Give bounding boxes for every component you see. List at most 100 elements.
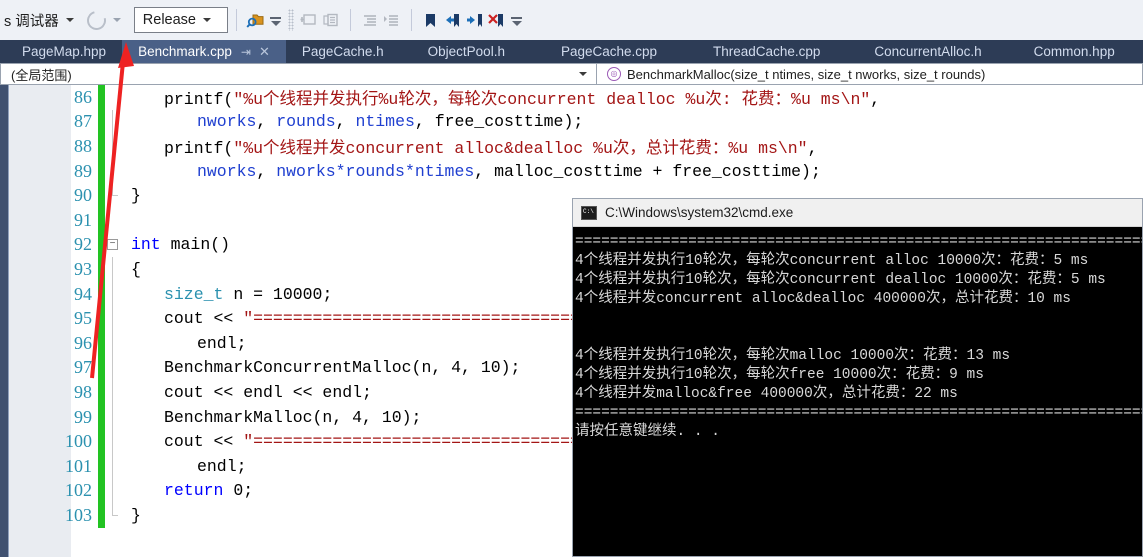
bookmarks-overflow-button[interactable] [510, 5, 522, 35]
code-token: return [164, 481, 224, 501]
tab-label: Common.hpp [1033, 44, 1115, 59]
tab-concurrentalloc-h[interactable]: ConcurrentAlloc.h [848, 40, 1007, 63]
configuration-caret-icon[interactable] [202, 18, 211, 22]
find-in-files-icon[interactable] [245, 9, 267, 31]
code-line[interactable]: 87 nworks, rounds, ntimes, free_costtime)… [0, 109, 1143, 135]
console-line: 4个线程并发malloc&free 400000次，总计花费：22 ms [575, 386, 958, 402]
outlining-gutter[interactable] [105, 478, 127, 504]
tab-objectpool-h[interactable]: ObjectPool.h [400, 40, 533, 63]
outlining-gutter[interactable] [105, 404, 127, 430]
pin-tab-icon[interactable]: ⇥ [241, 45, 251, 59]
tab-pagemap-hpp[interactable]: PageMap.hpp [6, 40, 122, 63]
outlining-rule [112, 134, 113, 159]
code-line[interactable]: 88 printf("%u个线程并发concurrent alloc&deallo… [0, 134, 1143, 159]
outlining-gutter[interactable] [105, 306, 127, 331]
outlining-gutter[interactable] [105, 453, 127, 479]
code-line[interactable]: 89 nworks, nworks*rounds*ntimes, malloc_c… [0, 158, 1143, 184]
code-token: , [870, 90, 881, 110]
outlining-gutter[interactable] [105, 85, 127, 110]
code-token: printf( [164, 90, 234, 110]
toolbar-separator-2 [349, 9, 351, 31]
collapse-toggle-icon[interactable]: − [107, 238, 118, 250]
uncomment-selection-icon[interactable] [320, 9, 342, 31]
code-token: { [131, 259, 141, 279]
change-indicator-bar [98, 232, 105, 258]
outlining-gutter[interactable] [105, 134, 127, 159]
code-token: , [256, 161, 277, 181]
outlining-gutter[interactable] [105, 380, 127, 405]
refresh-icon[interactable] [83, 7, 110, 33]
line-number: 88 [74, 135, 92, 156]
code-token: } [131, 186, 141, 206]
outlining-gutter[interactable] [105, 109, 127, 135]
code-token: cout << [164, 432, 244, 452]
tab-benchmark-cpp[interactable]: Benchmark.cpp ⇥ ✕ [122, 40, 286, 63]
outlining-rule [112, 478, 113, 504]
code-token: endl; [197, 333, 247, 353]
increase-indent-icon[interactable] [381, 9, 403, 31]
code-text: nworks, rounds, ntimes, free_costtime); [127, 112, 583, 131]
code-text: cout << endl << endl; [127, 383, 372, 402]
code-text: int main() [127, 235, 230, 254]
tab-label: PageCache.h [301, 44, 384, 59]
previous-bookmark-icon[interactable] [442, 9, 464, 31]
code-token: nworks [197, 112, 257, 132]
clear-bookmarks-icon[interactable] [486, 9, 508, 31]
outlining-gutter[interactable] [105, 429, 127, 454]
close-tab-icon[interactable]: ✕ [259, 44, 270, 60]
code-token: BenchmarkMalloc(n, 4, 10); [164, 407, 422, 427]
outlining-rule [112, 453, 113, 479]
code-token: n = 10000; [223, 284, 333, 304]
outlining-gutter[interactable] [105, 183, 127, 208]
code-token: nworks [197, 161, 257, 181]
tab-pagecache-cpp[interactable]: PageCache.cpp [533, 40, 685, 63]
configuration-combobox[interactable]: Release [133, 7, 228, 33]
debugger-dropdown-caret-icon[interactable] [65, 18, 74, 22]
toolbar-drag-handle[interactable] [287, 9, 294, 31]
scope-combobox[interactable]: (全局范围) [0, 63, 597, 85]
debugger-dropdown-label[interactable]: s 调试器 [4, 10, 59, 31]
tab-common-hpp[interactable]: Common.hpp [1008, 40, 1141, 63]
line-number: 96 [74, 332, 92, 353]
tab-pagecache-h[interactable]: PageCache.h [286, 40, 400, 63]
member-combobox[interactable]: ◎ BenchmarkMalloc(size_t ntimes, size_t … [597, 63, 1143, 85]
toolbar-separator [235, 9, 237, 31]
code-text: } [127, 186, 141, 205]
outlining-rule [112, 503, 118, 517]
refresh-dropdown-caret-icon[interactable] [112, 18, 121, 22]
code-token: cout << [164, 309, 244, 329]
console-line: 4个线程并发concurrent alloc&dealloc 400000次，总… [575, 291, 1071, 307]
outlining-gutter[interactable] [105, 330, 127, 356]
code-token: nworks*rounds*ntimes [276, 161, 475, 181]
toggle-bookmark-icon[interactable] [420, 9, 442, 31]
tab-label: PageMap.hpp [22, 44, 107, 59]
console-titlebar[interactable]: C:\Windows\system32\cmd.exe [573, 199, 1142, 227]
change-indicator-bar [98, 306, 105, 331]
line-number: 92 [74, 234, 92, 255]
find-overflow-button[interactable] [269, 5, 281, 35]
code-line[interactable]: 86 printf("%u个线程并发执行%u轮次，每轮次concurrent de… [0, 85, 1143, 110]
outlining-gutter[interactable] [105, 158, 127, 184]
code-text: printf("%u个线程并发concurrent alloc&dealloc … [127, 134, 817, 158]
comment-selection-icon[interactable] [298, 9, 320, 31]
outlining-gutter[interactable] [105, 503, 127, 528]
decrease-indent-icon[interactable] [359, 9, 381, 31]
change-indicator-bar [98, 85, 105, 110]
next-bookmark-icon[interactable] [464, 9, 486, 31]
outlining-gutter[interactable] [105, 257, 127, 282]
cmd-console-window[interactable]: C:\Windows\system32\cmd.exe ============… [572, 198, 1143, 557]
line-number: 102 [65, 480, 92, 501]
console-output: ========================================… [573, 227, 1142, 442]
outlining-gutter[interactable]: − [105, 233, 127, 258]
outlining-gutter[interactable] [105, 355, 127, 381]
outlining-gutter[interactable] [105, 208, 127, 233]
outlining-rule [112, 257, 113, 282]
change-indicator-bar [98, 109, 105, 135]
outlining-gutter[interactable] [105, 281, 127, 307]
outlining-rule [112, 281, 113, 307]
code-token: endl; [197, 456, 247, 476]
scope-caret-icon[interactable] [579, 72, 587, 76]
tab-threadcache-cpp[interactable]: ThreadCache.cpp [685, 40, 848, 63]
